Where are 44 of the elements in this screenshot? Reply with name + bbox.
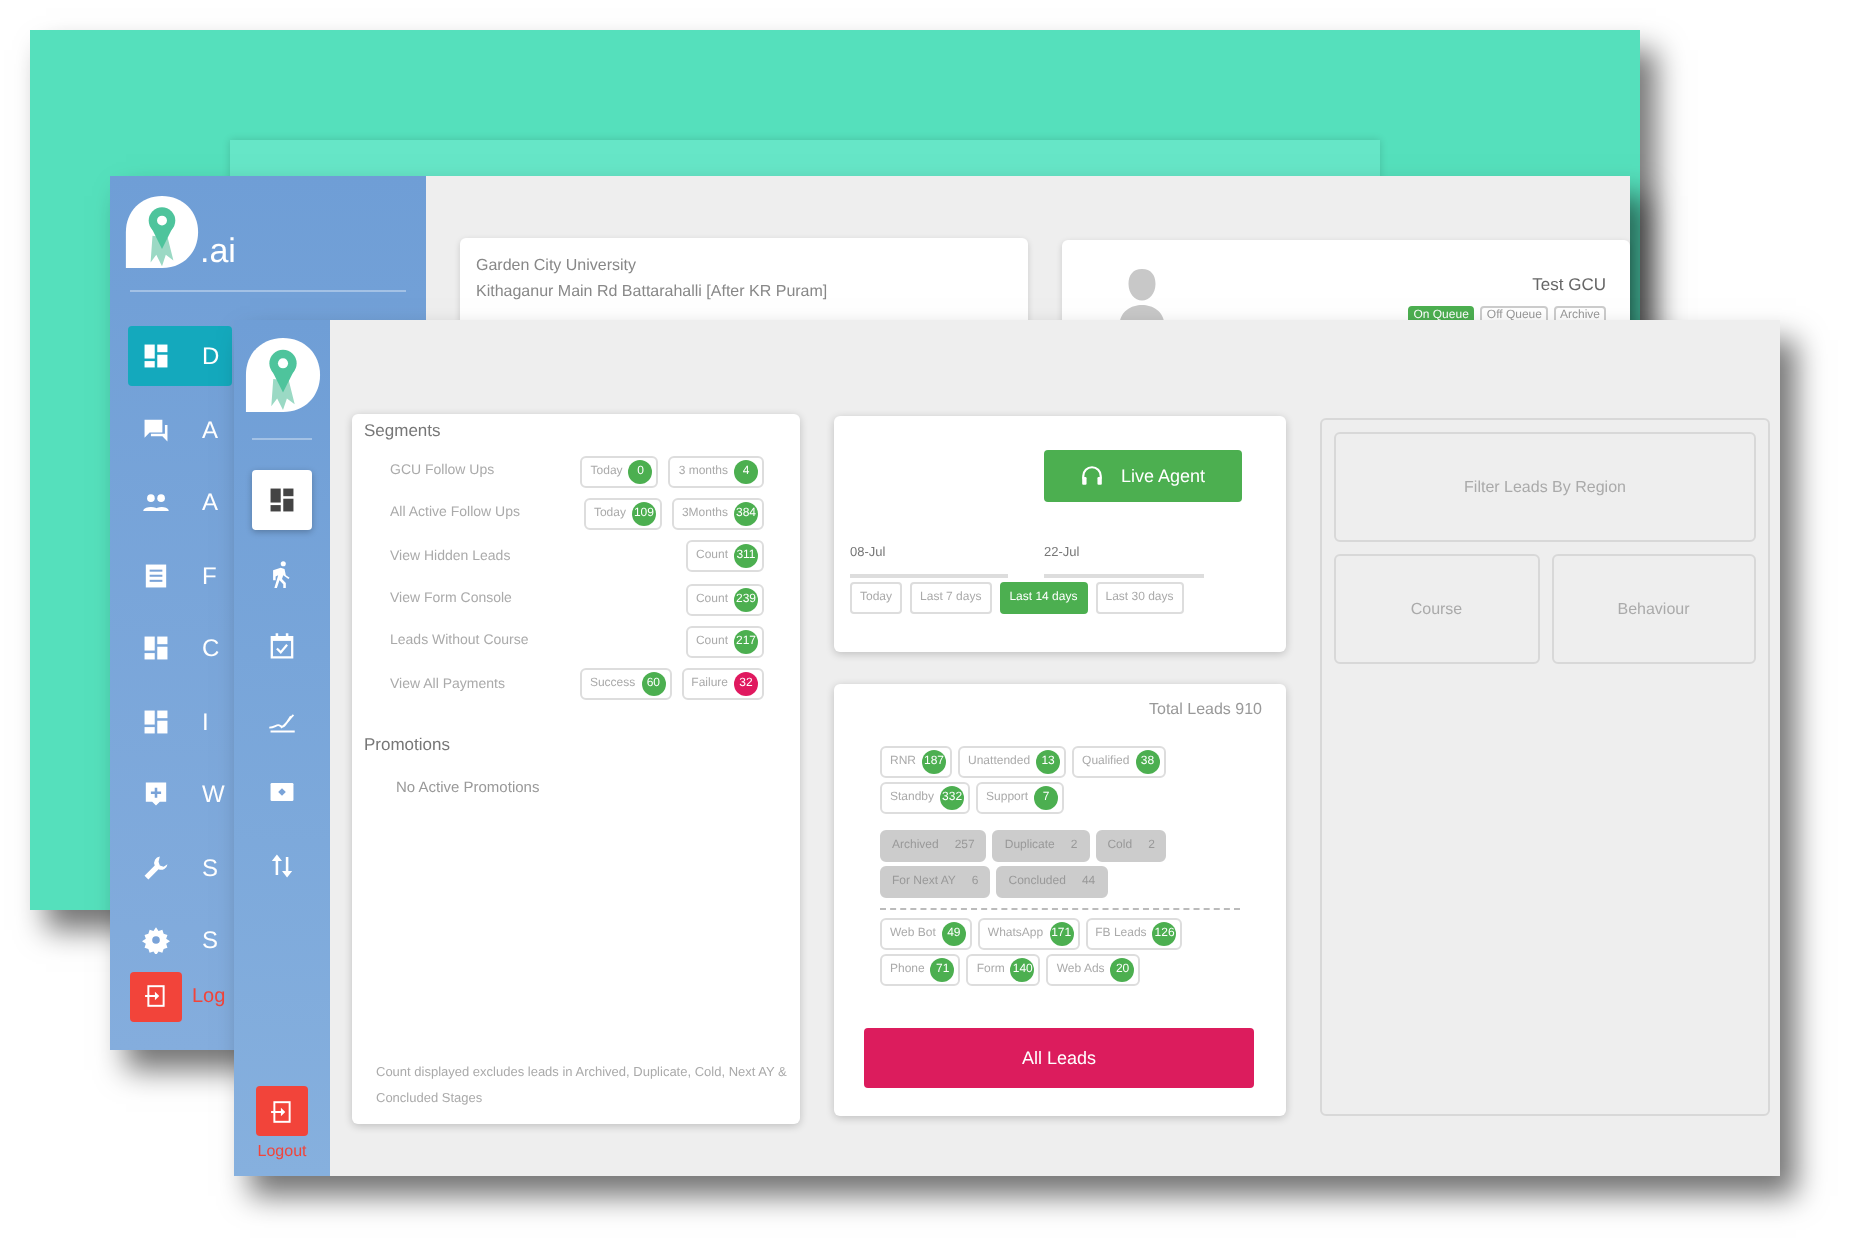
sidebar-item[interactable]: A	[128, 399, 232, 459]
dashboard-icon	[142, 342, 170, 370]
logout-link[interactable]: Logout	[257, 1142, 307, 1160]
sidebar-item[interactable]: D	[128, 326, 232, 386]
all-leads-button[interactable]: All Leads	[864, 1028, 1254, 1088]
total-leads: Total Leads 910	[1149, 700, 1262, 718]
sort-icon	[268, 851, 296, 879]
live-agent-button[interactable]: Live Agent	[1044, 450, 1242, 502]
pin-logo	[124, 194, 200, 270]
filter-button[interactable]: Filter Leads By Region	[1334, 432, 1756, 542]
filter-button[interactable]: Course	[1334, 554, 1539, 664]
logout-button[interactable]	[130, 971, 182, 1021]
sidebar-item[interactable]: C	[128, 618, 232, 678]
box-icon	[268, 778, 296, 806]
people-icon	[142, 488, 170, 516]
chat-icon	[142, 415, 170, 443]
sidebar-item[interactable]: S	[128, 837, 232, 897]
pin-logo	[243, 336, 321, 414]
institution-address: Kithaganur Main Rd Battarahalli [After KR Puram]	[476, 280, 830, 304]
logout-icon	[144, 984, 168, 1008]
institution-name: Garden City University	[476, 254, 639, 278]
dashboard-icon	[268, 486, 296, 514]
sidebar-item[interactable]: W	[128, 764, 232, 824]
sidebar-item[interactable]: S	[128, 910, 232, 970]
wrench-icon	[142, 853, 170, 881]
sidebar-item[interactable]	[252, 470, 312, 530]
profile-name: Test GCU	[1532, 274, 1606, 294]
brand-name: .ai	[200, 234, 236, 270]
sidebar-item[interactable]: F	[128, 545, 232, 605]
calendar-check-icon	[268, 632, 296, 660]
section-title: Promotions	[364, 733, 452, 754]
logout-icon	[270, 1099, 294, 1123]
section-title: Segments	[364, 420, 443, 440]
logout-link[interactable]: Log	[192, 985, 226, 1007]
dashboard-icon	[142, 634, 170, 662]
list-icon	[142, 561, 170, 589]
sidebar-item[interactable]: A	[128, 472, 232, 532]
sidebar-item[interactable]: I	[128, 691, 232, 751]
headset-icon	[1080, 464, 1105, 488]
settings-icon	[142, 926, 170, 954]
dashboard-icon	[142, 707, 170, 735]
filter-button[interactable]: Behaviour	[1551, 554, 1756, 664]
logout-button[interactable]	[256, 1086, 308, 1136]
add-box-icon	[142, 780, 170, 808]
